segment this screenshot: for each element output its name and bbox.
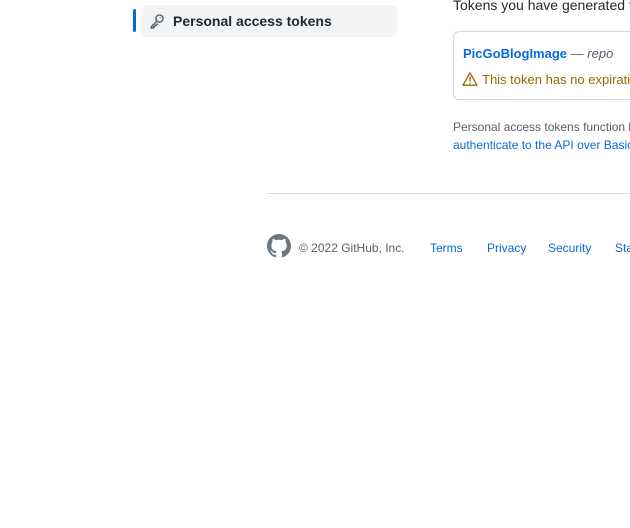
token-scope: repo [587, 46, 614, 61]
token-list-item: PicGoBlogImage — repo This token has no … [453, 31, 630, 100]
sidebar-item-personal-access-tokens[interactable]: Personal access tokens [141, 5, 397, 37]
token-separator: — [570, 46, 584, 61]
footer-link-status[interactable]: Status [615, 241, 630, 255]
key-icon [149, 13, 165, 29]
footer-link-privacy[interactable]: Privacy [487, 241, 526, 255]
tokens-description: Tokens you have generated that can be us… [453, 0, 630, 13]
tokens-footnote: Personal access tokens function like ord… [453, 120, 630, 134]
sidebar-active-indicator [133, 9, 136, 32]
footer-link-security[interactable]: Security [548, 241, 591, 255]
settings-page: Personal access tokens Tokens you have g… [0, 0, 630, 528]
github-mark-icon[interactable] [267, 234, 291, 258]
token-expiration-warning: This token has no expiration date. [462, 71, 630, 87]
token-warning-text: This token has no expiration date. [482, 71, 630, 87]
token-name-link[interactable]: PicGoBlogImage [463, 46, 567, 61]
alert-icon [462, 71, 478, 87]
basic-auth-link[interactable]: authenticate to the API over Basic Authe… [453, 138, 630, 152]
footer-link-terms[interactable]: Terms [430, 241, 463, 255]
footer-divider [267, 193, 630, 194]
footer-copyright: © 2022 GitHub, Inc. [299, 241, 405, 255]
sidebar-item-label: Personal access tokens [173, 13, 332, 29]
token-title-row: PicGoBlogImage — repo [463, 46, 613, 61]
